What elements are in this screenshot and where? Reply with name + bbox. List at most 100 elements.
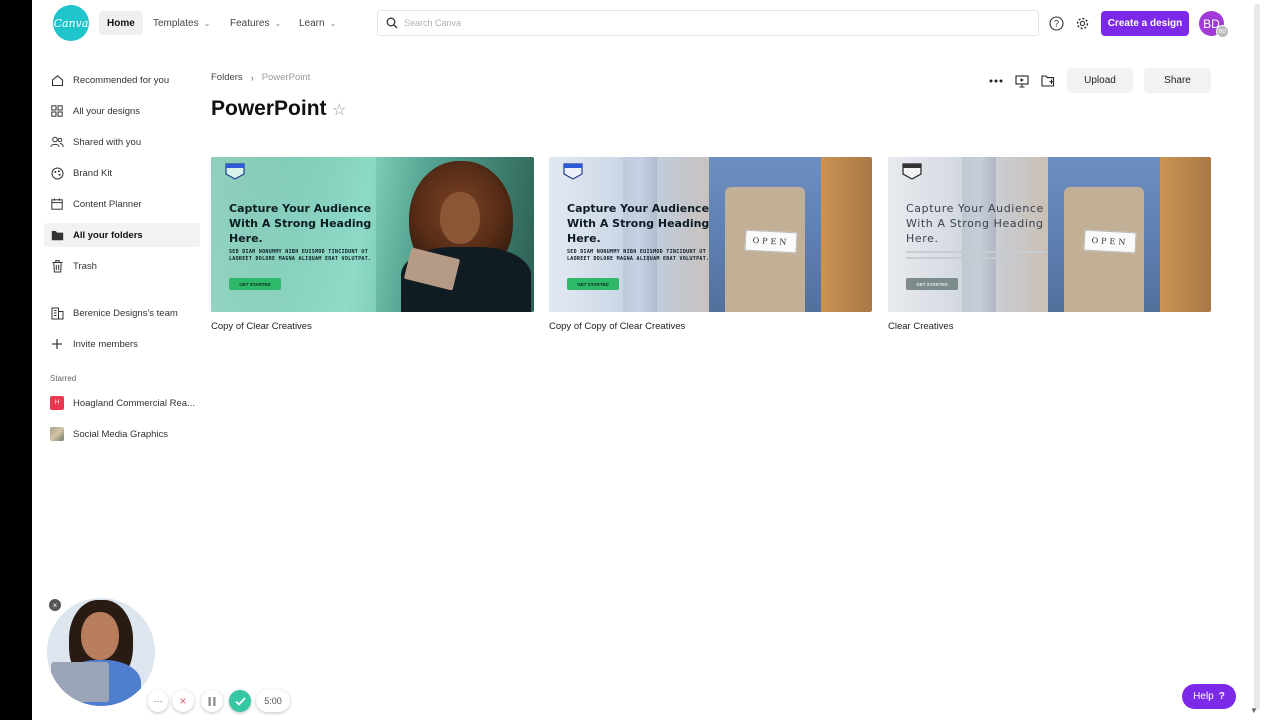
plus-icon [50, 337, 64, 351]
design-headline: Capture Your Audience With A Strong Head… [229, 202, 372, 245]
nav-learn-label: Learn [299, 17, 325, 29]
search-input[interactable] [404, 18, 1004, 28]
design-thumbnail [50, 427, 64, 441]
new-folder-icon[interactable] [1038, 71, 1058, 91]
people-icon [50, 135, 64, 149]
sidebar-item-all-designs[interactable]: All your designs [44, 99, 200, 123]
grid-icon [50, 104, 64, 118]
design-card[interactable]: Capture Your Audience With A Strong Head… [211, 157, 534, 332]
sidebar-item-trash[interactable]: Trash [44, 254, 200, 278]
recorder-cancel-icon[interactable]: × [172, 690, 194, 712]
laptop-device [51, 662, 109, 702]
scrollbar[interactable]: ▼ [1246, 0, 1280, 720]
design-thumbnail[interactable]: Capture Your Audience With A Strong Head… [211, 157, 534, 312]
open-sign: OPEN [1083, 229, 1137, 254]
starred-item-social-media[interactable]: Social Media Graphics [44, 422, 200, 446]
home-icon [50, 73, 64, 87]
chevron-right-icon: › [250, 72, 254, 83]
design-cta: GET STARTED [567, 278, 619, 290]
design-headline: Capture Your Audience With A Strong Head… [567, 202, 710, 245]
sidebar-item-label: Recommended for you [73, 74, 170, 86]
star-icon[interactable]: ☆ [332, 100, 346, 120]
design-title: Copy of Clear Creatives [211, 321, 312, 332]
upload-button[interactable]: Upload [1067, 68, 1133, 93]
canva-logo[interactable]: Canva [53, 5, 89, 41]
folder-icon [50, 228, 64, 242]
breadcrumb: Folders › PowerPoint [211, 72, 310, 83]
sidebar-item-label: Berenice Designs's team [73, 307, 178, 319]
logo-badge-icon [902, 163, 922, 180]
nav-features[interactable]: Features ⌄ [222, 11, 289, 35]
design-thumbnail[interactable]: OPEN Capture Your Audience With A Strong… [549, 157, 872, 312]
logo-text: Canva [53, 16, 89, 30]
present-icon[interactable] [1012, 71, 1032, 91]
sidebar-item-team[interactable]: Berenice Designs's team [44, 301, 200, 325]
nav-home-label: Home [107, 17, 135, 29]
chevron-down-icon: ⌄ [329, 18, 337, 28]
create-design-button[interactable]: Create a design [1101, 11, 1189, 36]
design-cta: GET STARTED [229, 278, 281, 290]
top-bar: Canva Home Templates ⌄ Features ⌄ Learn ⌄ ?… [32, 0, 1246, 46]
sidebar-item-content-planner[interactable]: Content Planner [44, 192, 200, 216]
building-icon [50, 306, 64, 320]
design-title: Copy of Copy of Clear Creatives [549, 321, 686, 332]
calendar-icon [50, 197, 64, 211]
close-icon[interactable]: × [49, 599, 61, 611]
logo-badge-icon [225, 163, 245, 180]
recorder-timer: 5:00 [256, 690, 290, 712]
design-card[interactable]: OPEN Capture Your Audience With A Strong… [549, 157, 872, 332]
subtext-line [906, 251, 1046, 253]
help-icon[interactable]: ? [1046, 13, 1066, 33]
design-title: Clear Creatives [888, 321, 954, 332]
design-card[interactable]: OPEN Capture Your Audience With A Strong… [888, 157, 1211, 332]
help-label: Help [1193, 691, 1214, 702]
chevron-down-icon: ⌄ [274, 18, 282, 28]
share-button[interactable]: Share [1144, 68, 1211, 93]
page-title: PowerPoint [211, 97, 327, 120]
sidebar-item-label: Hoagland Commercial Rea... [73, 397, 195, 409]
scroll-down-icon[interactable]: ▼ [1250, 706, 1258, 715]
nav-templates-label: Templates [153, 17, 199, 29]
nav-templates[interactable]: Templates ⌄ [145, 11, 218, 35]
sidebar-item-label: All your folders [73, 229, 143, 241]
more-options-icon[interactable] [986, 71, 1006, 91]
canva-window: Canva Home Templates ⌄ Features ⌄ Learn ⌄ ?… [32, 0, 1246, 720]
starred-item-hoagland[interactable]: H Hoagland Commercial Rea... [44, 391, 200, 415]
sidebar-item-label: Shared with you [73, 136, 142, 148]
chevron-down-icon: ⌄ [203, 18, 211, 28]
design-thumbnail[interactable]: OPEN Capture Your Audience With A Strong… [888, 157, 1211, 312]
sidebar-item-brand-kit[interactable]: Brand Kit [44, 161, 200, 185]
design-headline: Capture Your Audience With A Strong Head… [906, 202, 1044, 245]
sidebar-item-label: All your designs [73, 105, 141, 117]
design-subtext: SED DIAM NONUMMY NIBH EUISMOD TINCIDUNT … [567, 249, 710, 262]
person-face [440, 192, 480, 244]
breadcrumb-folders-link[interactable]: Folders [211, 72, 243, 83]
brand-icon [50, 166, 64, 180]
subtext-line [906, 257, 1026, 259]
sidebar-item-label: Content Planner [73, 198, 142, 210]
sidebar-item-label: Social Media Graphics [73, 428, 169, 440]
team-avatar-badge: BD [1216, 25, 1229, 38]
sidebar-item-shared[interactable]: Shared with you [44, 130, 200, 154]
webcam-bubble[interactable] [47, 598, 155, 706]
recorder-more-button[interactable]: ··· [148, 690, 168, 712]
recorder-finish-icon[interactable] [229, 690, 251, 712]
recorder-pause-icon[interactable] [201, 690, 223, 712]
settings-gear-icon[interactable] [1072, 13, 1092, 33]
nav-home[interactable]: Home [99, 11, 143, 35]
svg-text:?: ? [1053, 18, 1058, 28]
account-avatar[interactable]: BD BD [1199, 11, 1229, 38]
nav-learn[interactable]: Learn ⌄ [291, 11, 344, 35]
sidebar-item-all-folders[interactable]: All your folders [44, 223, 200, 247]
search-bar[interactable] [377, 10, 1039, 36]
starred-heading: Starred [50, 374, 77, 383]
design-thumbnail: H [50, 396, 64, 410]
help-button[interactable]: Help ? [1182, 684, 1236, 709]
sidebar-item-invite[interactable]: Invite members [44, 332, 200, 356]
design-cta: GET STARTED [906, 278, 958, 290]
sidebar-item-recommended[interactable]: Recommended for you [44, 68, 200, 92]
open-sign: OPEN [744, 229, 798, 254]
scrollbar-thumb[interactable] [1254, 4, 1260, 710]
person-face [81, 612, 119, 660]
breadcrumb-current: PowerPoint [261, 72, 311, 83]
